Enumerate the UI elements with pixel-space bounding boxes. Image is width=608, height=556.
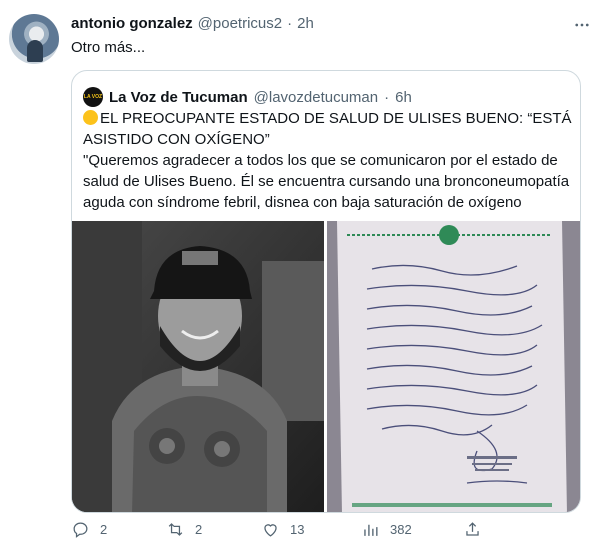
tweet-text: Otro más... (71, 39, 146, 56)
portrait-photo[interactable] (72, 221, 324, 512)
share-icon (466, 522, 479, 536)
medical-certificate-photo[interactable] (327, 221, 580, 512)
views-icon (364, 524, 378, 536)
share-button[interactable] (463, 520, 482, 539)
quote-header: LA VOZ La Voz de Tucuman @lavozdetucuman… (83, 87, 412, 107)
avatar[interactable] (9, 14, 59, 64)
quote-avatar[interactable]: LA VOZ (83, 87, 103, 107)
quote-separator: · (384, 88, 390, 106)
timestamp[interactable]: 2h (297, 15, 314, 32)
action-bar: 2 2 13 382 (71, 520, 581, 542)
reply-count: 2 (100, 522, 108, 537)
more-icon[interactable] (571, 14, 593, 36)
tweet[interactable]: antonio gonzalez @poetricus2 · 2h Otro m… (0, 0, 608, 556)
reply-icon (73, 522, 88, 538)
author-name[interactable]: antonio gonzalez (71, 15, 193, 32)
yellow-circle-icon (83, 110, 98, 125)
quote-headline: EL PREOCUPANTE ESTADO DE SALUD DE ULISES… (83, 110, 572, 148)
quoted-tweet[interactable]: LA VOZ La Voz de Tucuman @lavozdetucuman… (71, 70, 581, 513)
retweet-button[interactable]: 2 (166, 520, 202, 539)
like-icon (264, 524, 277, 537)
quote-text: EL PREOCUPANTE ESTADO DE SALUD DE ULISES… (83, 108, 573, 213)
tweet-header: antonio gonzalez @poetricus2 · 2h (71, 15, 314, 32)
quote-author-name[interactable]: La Voz de Tucuman (109, 89, 248, 106)
retweet-icon (168, 523, 183, 536)
like-count: 13 (290, 522, 305, 537)
retweet-count: 2 (195, 522, 203, 537)
views-button[interactable]: 382 (361, 520, 412, 539)
reply-button[interactable]: 2 (71, 520, 107, 539)
quote-logo-text: LA VOZ (83, 94, 103, 100)
like-button[interactable]: 13 (261, 520, 304, 539)
separator: · (287, 15, 293, 32)
quote-timestamp[interactable]: 6h (395, 89, 412, 106)
quote-body: "Queremos agradecer a todos los que se c… (83, 152, 570, 211)
author-handle[interactable]: @poetricus2 (198, 15, 282, 32)
quote-author-handle[interactable]: @lavozdetucuman (254, 89, 378, 106)
views-count: 382 (390, 522, 412, 537)
